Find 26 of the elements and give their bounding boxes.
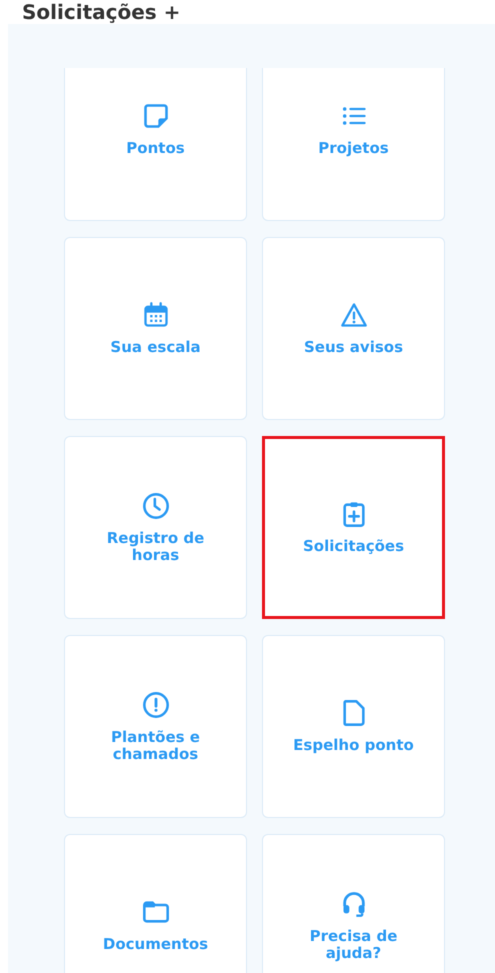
tile-label: Seus avisos [304,339,403,356]
menu-tile[interactable]: Projetos [262,68,445,221]
tile-label: Solicitações [302,538,404,555]
menu-tile[interactable]: Solicitações [262,436,445,619]
menu-tile[interactable]: Seus avisos [262,237,445,420]
tile-label: Espelho ponto [293,737,414,754]
menu-tile[interactable]: Pontos [64,68,247,221]
menu-tile[interactable]: Documentos [64,834,247,973]
tile-label: Registro de horas [106,530,206,564]
tile-label: Pontos [126,140,185,157]
warning-icon [340,301,368,329]
tile-label: Plantões e chamados [110,728,201,762]
menu-tile[interactable]: Espelho ponto [262,635,445,818]
menu-tile[interactable]: Registro de horas [64,436,247,619]
calendar-icon [142,301,170,329]
menu-tile[interactable]: Precisa de ajuda? [262,834,445,973]
note-icon [142,102,170,130]
alert-circle-icon [142,690,170,718]
clock-icon [142,492,170,520]
menu-tile[interactable]: Plantões e chamados [64,635,247,818]
tile-label: Documentos [102,936,208,953]
tile-label: Sua escala [110,339,201,356]
tile-label: Precisa de ajuda? [308,928,398,962]
tile-label: Projetos [318,140,389,157]
menu-tile[interactable]: Sua escala [64,237,247,420]
page-title: Solicitações + [21,0,182,24]
